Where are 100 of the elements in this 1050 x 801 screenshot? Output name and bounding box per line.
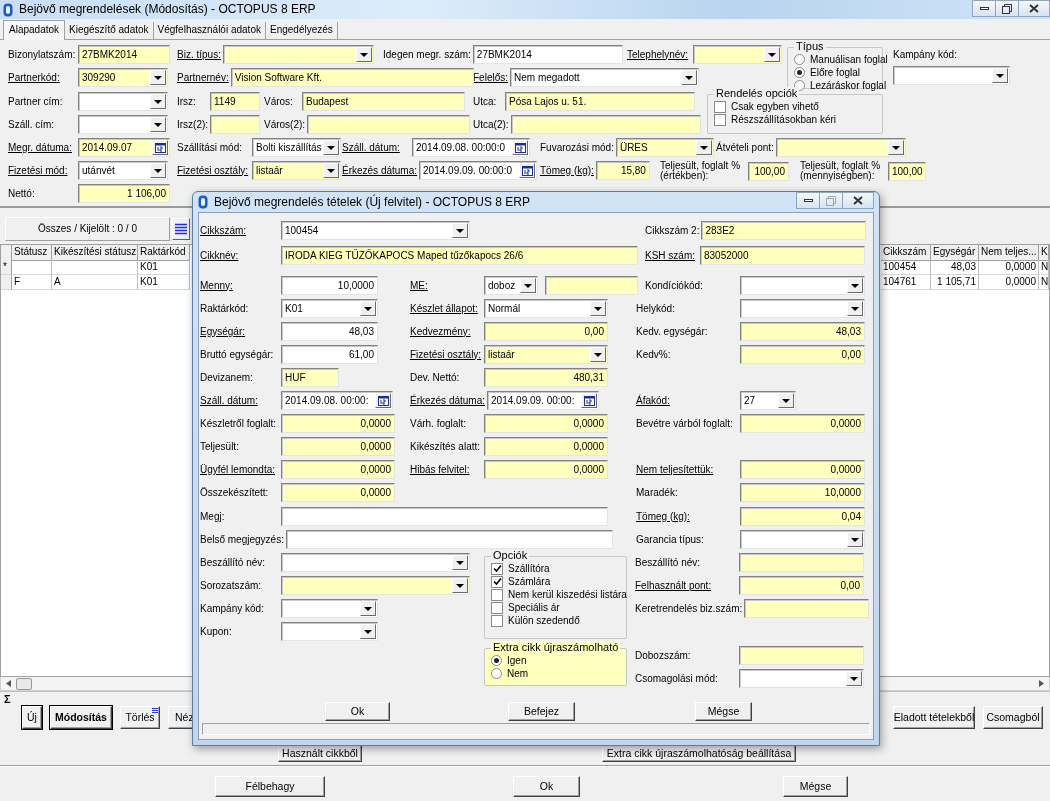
text-field[interactable] <box>210 115 261 134</box>
number-field[interactable]: 0,00 <box>739 576 864 595</box>
dropdown-field[interactable]: Normál <box>484 299 608 318</box>
number-field[interactable]: 0,0000 <box>281 483 395 502</box>
text-field[interactable] <box>744 599 870 618</box>
number-field[interactable]: 0,04 <box>740 507 865 526</box>
calendar-button[interactable] <box>152 140 168 155</box>
button[interactable]: Mégse <box>695 702 752 721</box>
dropdown-field[interactable]: listaár <box>252 161 341 180</box>
checkbox[interactable] <box>714 100 726 113</box>
dropdown-button[interactable] <box>992 68 1008 83</box>
dropdown-button[interactable] <box>695 140 712 155</box>
radio-button[interactable] <box>794 67 805 78</box>
restore-button[interactable] <box>995 0 1019 17</box>
radio-button[interactable] <box>491 655 502 666</box>
column-header[interactable]: Raktárkód <box>138 245 190 261</box>
text-field[interactable]: 27BMK2014 <box>78 45 170 64</box>
field-link[interactable]: Hibás felvitel: <box>410 463 484 476</box>
dropdown-button[interactable] <box>847 278 863 293</box>
text-field[interactable]: 283E2 <box>701 221 867 240</box>
dropdown-button[interactable] <box>360 624 376 639</box>
text-field[interactable]: Pósa Lajos u. 51. <box>505 92 695 111</box>
field-link[interactable]: Felhasznált pont: <box>635 579 739 592</box>
tab[interactable]: Engedélyezés <box>265 22 338 39</box>
field-link[interactable]: Tömeg (kg): <box>540 164 596 177</box>
checkbox[interactable] <box>491 614 503 627</box>
radio-button[interactable] <box>794 54 805 65</box>
field-link[interactable]: Áfakód: <box>636 394 740 407</box>
text-field[interactable] <box>307 115 471 134</box>
calendar-button[interactable] <box>512 140 528 155</box>
dropdown-field[interactable] <box>893 66 1010 85</box>
scroll-left-icon[interactable] <box>6 680 11 687</box>
column-header[interactable]: Státusz <box>12 245 52 261</box>
dropdown-button[interactable] <box>764 47 780 62</box>
field-link[interactable]: Felelős: <box>473 71 510 84</box>
number-field[interactable]: 0,00 <box>484 322 608 341</box>
dropdown-button[interactable] <box>355 47 372 62</box>
dropdown-button[interactable] <box>847 532 863 547</box>
dropdown-field[interactable]: doboz <box>484 276 538 295</box>
button[interactable]: Csomagból <box>983 705 1043 729</box>
field-link[interactable]: Partnernév: <box>177 71 231 84</box>
number-field[interactable]: 100,00 <box>888 161 926 181</box>
dropdown-field[interactable]: Bolti kiszállítás <box>252 138 341 157</box>
dropdown-button[interactable] <box>150 117 166 132</box>
number-field[interactable]: 0,0000 <box>740 460 865 479</box>
field-link[interactable]: Fizetési osztály: <box>177 164 252 177</box>
dropdown-button[interactable] <box>150 94 166 109</box>
dropdown-button[interactable] <box>323 140 339 155</box>
list-button[interactable] <box>172 218 190 240</box>
field-link[interactable]: Érkezés dátuma: <box>342 164 420 177</box>
minimize-button[interactable] <box>796 192 820 209</box>
field-link[interactable]: Telephelynév: <box>627 48 693 61</box>
text-field[interactable] <box>545 276 638 295</box>
radio-button[interactable] <box>491 668 502 679</box>
number-field[interactable]: 10,0000 <box>281 276 378 295</box>
dropdown-field[interactable]: 309290 <box>78 68 168 87</box>
dropdown-button[interactable] <box>887 140 904 155</box>
scroll-thumb[interactable] <box>16 677 32 690</box>
dropdown-button[interactable] <box>520 278 536 293</box>
date-field[interactable]: 2014.09.08. 00:00: <box>281 391 393 410</box>
button[interactable]: Törlés <box>120 705 160 729</box>
date-field[interactable]: 2014.09.08. 00:00:0 <box>412 138 530 157</box>
text-field[interactable]: 83052000 <box>700 246 865 265</box>
calendar-button[interactable] <box>581 393 598 408</box>
field-link[interactable]: ME: <box>410 279 484 292</box>
date-field[interactable]: 2014.09.09. 00:00:0 <box>419 161 538 180</box>
field-link[interactable]: Kedvezmény: <box>410 325 484 338</box>
number-field[interactable]: 0,0000 <box>281 460 395 479</box>
column-header[interactable]: Cikkszám <box>881 245 931 261</box>
dropdown-button[interactable] <box>452 223 468 238</box>
dropdown-field[interactable]: Nem megadott <box>510 68 699 87</box>
dropdown-field[interactable] <box>78 92 168 111</box>
dropdown-field[interactable]: 27 <box>740 391 796 410</box>
calendar-button[interactable] <box>519 163 536 178</box>
number-field[interactable]: 1 106,00 <box>78 184 170 203</box>
dropdown-button[interactable] <box>452 578 468 593</box>
button[interactable]: Módosítás <box>50 705 112 729</box>
column-header[interactable]: Nem teljes... <box>979 245 1039 261</box>
field-link[interactable]: Száll. dátum: <box>200 394 281 407</box>
button[interactable]: Új <box>22 705 42 729</box>
text-field[interactable] <box>739 553 864 572</box>
column-header[interactable]: Kikészítési státusz <box>52 245 138 261</box>
dropdown-field[interactable] <box>78 115 168 134</box>
dropdown-field[interactable] <box>281 622 378 641</box>
text-field[interactable]: 27BMK2014 <box>472 45 623 64</box>
scroll-right-icon[interactable] <box>1039 680 1044 687</box>
field-link[interactable]: Cikkszám: <box>200 224 281 237</box>
dropdown-field[interactable]: ÜRES <box>615 138 714 157</box>
dropdown-field[interactable] <box>740 530 865 549</box>
calendar-button[interactable] <box>375 393 391 408</box>
close-button[interactable] <box>842 192 874 209</box>
dropdown-field[interactable] <box>281 576 470 595</box>
dropdown-button[interactable] <box>452 555 468 570</box>
dropdown-field[interactable]: utánvét <box>78 161 168 180</box>
tab[interactable]: Alapadatok <box>3 20 66 40</box>
dropdown-button[interactable] <box>150 163 166 178</box>
number-field[interactable]: 61,00 <box>281 345 378 364</box>
dropdown-field[interactable] <box>281 599 378 618</box>
text-field[interactable]: HUF <box>281 368 339 387</box>
field-link[interactable]: KSH szám: <box>645 249 700 262</box>
